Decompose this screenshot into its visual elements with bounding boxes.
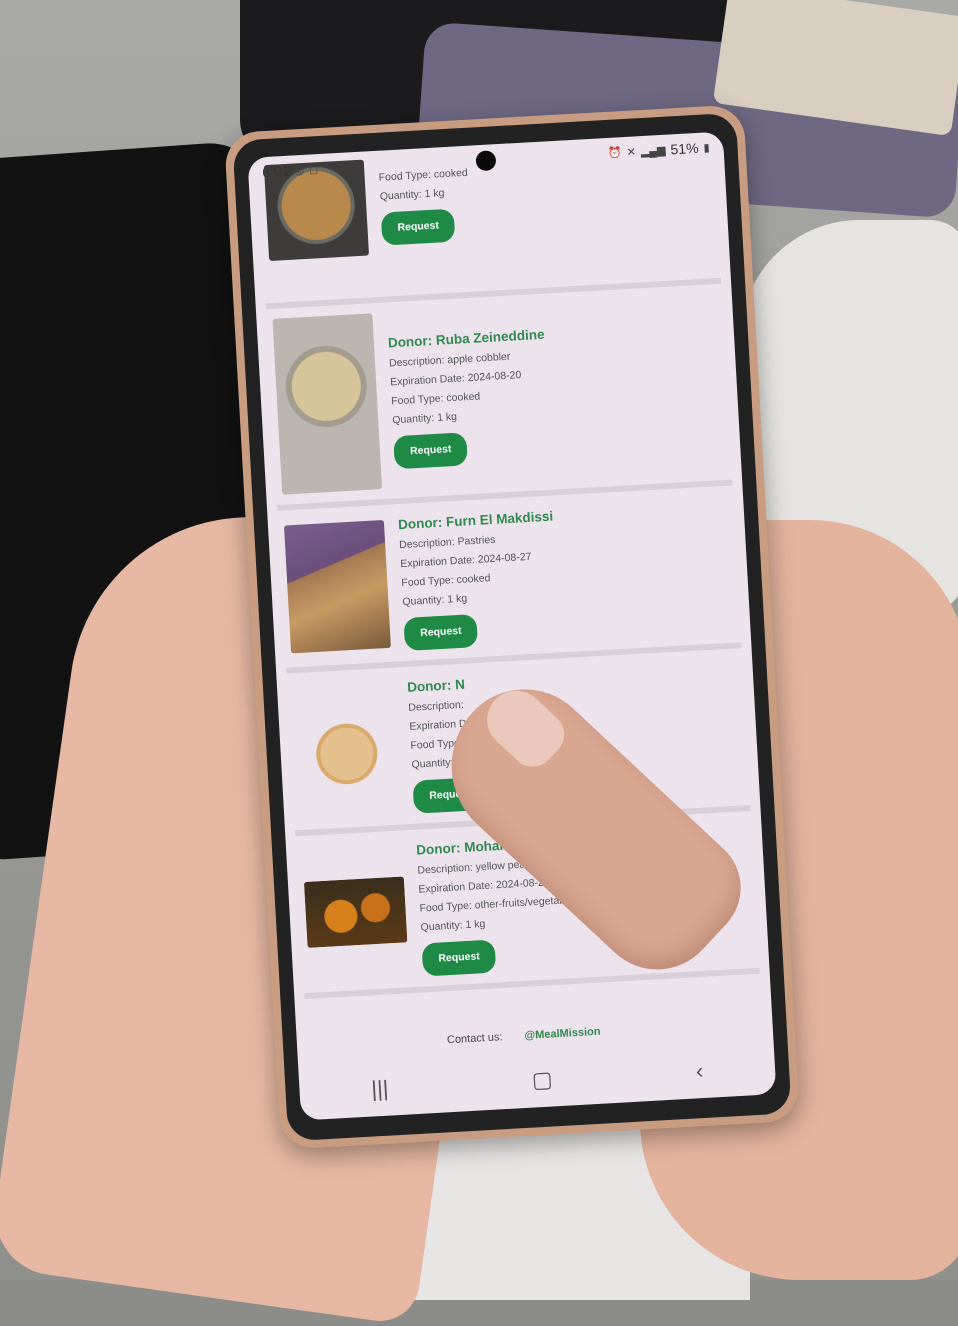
donation-info: Donor: Furn El Makdissi Description: Pas… (398, 506, 561, 652)
food-image (294, 701, 399, 797)
request-button[interactable]: Request (403, 613, 479, 652)
phone: 6:01 ◎ ◻ ⏰ ✕ ▂▄▆ 51% ▮ Food Type: cooked… (223, 104, 801, 1150)
status-left: 6:01 ◎ ◻ (262, 161, 319, 180)
home-button[interactable]: ▢ (531, 1066, 553, 1093)
donation-card: Donor: Furn El Makdissi Description: Pas… (277, 485, 742, 674)
mute-icon: ✕ (626, 145, 637, 159)
food-image (272, 313, 383, 495)
request-button[interactable]: Request (393, 431, 469, 469)
donation-card: Donor: Ruba Zeineddine Description: appl… (265, 283, 733, 511)
food-image (283, 519, 391, 653)
recents-button[interactable]: ||| (371, 1076, 390, 1103)
phone-screen: 6:01 ◎ ◻ ⏰ ✕ ▂▄▆ 51% ▮ Food Type: cooked… (247, 131, 777, 1121)
request-button[interactable]: Request (380, 208, 456, 246)
battery-icon: ▮ (703, 141, 710, 155)
phone-body: 6:01 ◎ ◻ ⏰ ✕ ▂▄▆ 51% ▮ Food Type: cooked… (232, 112, 792, 1142)
social-handle-link[interactable]: @MealMission (524, 1026, 601, 1042)
donation-info: Donor: Ruba Zeineddine Description: appl… (387, 323, 551, 469)
food-image (303, 875, 408, 948)
request-button[interactable]: Request (421, 939, 497, 977)
battery-percent: 51% (670, 139, 699, 158)
whatsapp-icon: ◎ (294, 164, 305, 177)
instagram-icon: ◻ (308, 163, 319, 177)
quantity: Quantity: 1 kg (379, 187, 445, 203)
alarm-icon: ⏰ (607, 146, 622, 160)
contact-label: Contact us: (446, 1031, 503, 1047)
status-time: 6:01 (261, 162, 290, 181)
signal-icon: ▂▄▆ (640, 144, 666, 158)
status-right: ⏰ ✕ ▂▄▆ 51% ▮ (608, 139, 710, 161)
back-button[interactable]: ‹ (695, 1058, 704, 1084)
